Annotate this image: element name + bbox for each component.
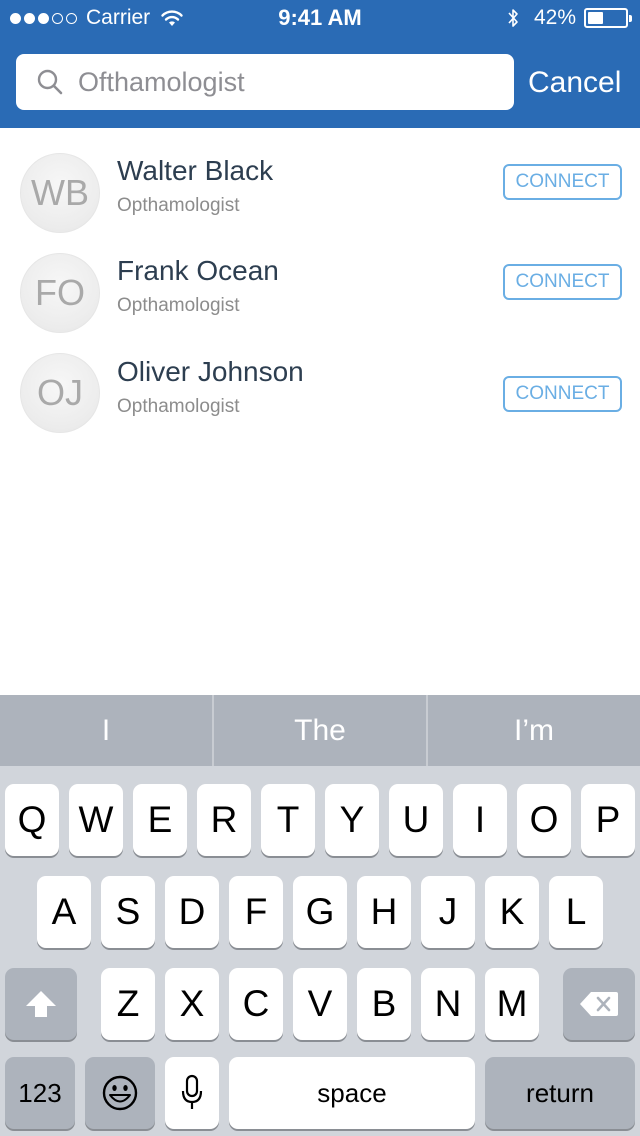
predictive-bar: I The I’m: [0, 695, 640, 766]
bluetooth-icon: [508, 9, 518, 27]
status-bar: Carrier 9:41 AM 42%: [0, 0, 640, 36]
search-input[interactable]: [78, 66, 478, 98]
contact-role: Opthamologist: [117, 195, 240, 216]
key-n[interactable]: N: [421, 968, 475, 1040]
contact-name: Walter Black: [117, 155, 274, 186]
microphone-icon: [181, 1074, 203, 1109]
key-t[interactable]: T: [261, 784, 315, 856]
numbers-key[interactable]: 123: [5, 1057, 75, 1129]
header: Carrier 9:41 AM 42% Cancel: [0, 0, 640, 128]
contact-name: Frank Ocean: [117, 255, 279, 286]
key-w[interactable]: W: [69, 784, 123, 856]
list-item[interactable]: FO Frank Ocean Opthamologist CONNECT: [0, 228, 640, 333]
shift-icon: [26, 991, 56, 1017]
key-y[interactable]: Y: [325, 784, 379, 856]
space-key[interactable]: space: [229, 1057, 475, 1129]
key-e[interactable]: E: [133, 784, 187, 856]
cancel-button[interactable]: Cancel: [528, 66, 621, 100]
avatar: WB: [20, 153, 100, 233]
connect-button[interactable]: CONNECT: [503, 164, 622, 200]
key-b[interactable]: B: [357, 968, 411, 1040]
key-s[interactable]: S: [101, 876, 155, 948]
key-p[interactable]: P: [581, 784, 635, 856]
avatar: FO: [20, 253, 100, 333]
contact-role: Opthamologist: [117, 295, 240, 316]
search-bar[interactable]: [16, 54, 514, 110]
list-item[interactable]: OJ Oliver Johnson Opthamologist CONNECT: [0, 328, 640, 433]
suggestion-1[interactable]: I: [0, 695, 212, 766]
return-key[interactable]: return: [485, 1057, 635, 1129]
key-j[interactable]: J: [421, 876, 475, 948]
key-o[interactable]: O: [517, 784, 571, 856]
key-i[interactable]: I: [453, 784, 507, 856]
emoji-icon: [102, 1075, 138, 1111]
key-m[interactable]: M: [485, 968, 539, 1040]
search-icon: [37, 69, 63, 95]
emoji-key[interactable]: [85, 1057, 155, 1129]
dictation-key[interactable]: [165, 1057, 219, 1129]
shift-key[interactable]: [5, 968, 77, 1040]
key-l[interactable]: L: [549, 876, 603, 948]
status-right: 42%: [506, 5, 632, 31]
contact-role: Opthamologist: [117, 396, 240, 417]
key-h[interactable]: H: [357, 876, 411, 948]
key-r[interactable]: R: [197, 784, 251, 856]
key-q[interactable]: Q: [5, 784, 59, 856]
key-v[interactable]: V: [293, 968, 347, 1040]
key-k[interactable]: K: [485, 876, 539, 948]
battery-nub: [629, 15, 632, 22]
backspace-icon: [580, 992, 618, 1016]
key-u[interactable]: U: [389, 784, 443, 856]
key-a[interactable]: A: [37, 876, 91, 948]
suggestion-2[interactable]: The: [214, 695, 426, 766]
battery-percent: 42%: [533, 6, 576, 29]
contact-name: Oliver Johnson: [117, 356, 304, 387]
list-item[interactable]: WB Walter Black Opthamologist CONNECT: [0, 128, 640, 233]
key-d[interactable]: D: [165, 876, 219, 948]
key-c[interactable]: C: [229, 968, 283, 1040]
avatar: OJ: [20, 353, 100, 433]
battery-icon: [584, 8, 632, 28]
keyboard: I The I’m Q W E R T Y U I O P A S D F G …: [0, 695, 640, 1136]
suggestion-3[interactable]: I’m: [428, 695, 640, 766]
connect-button[interactable]: CONNECT: [503, 264, 622, 300]
key-g[interactable]: G: [293, 876, 347, 948]
key-f[interactable]: F: [229, 876, 283, 948]
connect-button[interactable]: CONNECT: [503, 376, 622, 412]
battery-fill: [588, 12, 603, 24]
key-x[interactable]: X: [165, 968, 219, 1040]
key-z[interactable]: Z: [101, 968, 155, 1040]
backspace-key[interactable]: [563, 968, 635, 1040]
